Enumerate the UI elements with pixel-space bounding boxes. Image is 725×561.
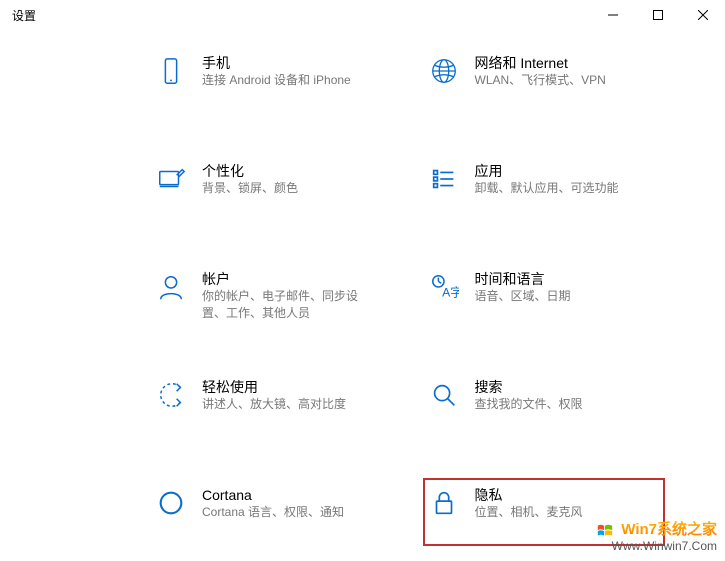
tile-title: Cortana <box>202 486 344 504</box>
ease-of-access-icon <box>154 378 188 412</box>
language-icon: A字 <box>427 270 461 304</box>
tile-network[interactable]: 网络和 Internet WLAN、飞行模式、VPN <box>423 46 666 114</box>
lock-icon <box>427 486 461 520</box>
phone-icon <box>154 54 188 88</box>
tile-subtitle: 位置、相机、麦克风 <box>475 504 583 521</box>
tile-subtitle: 卸载、默认应用、可选功能 <box>475 180 619 197</box>
maximize-button[interactable] <box>635 0 680 30</box>
tile-title: 时间和语言 <box>475 270 571 288</box>
tile-subtitle: WLAN、飞行模式、VPN <box>475 72 606 89</box>
tile-accounts[interactable]: 帐户 你的帐户、电子邮件、同步设置、工作、其他人员 <box>150 262 393 330</box>
svg-text:A字: A字 <box>442 284 459 299</box>
minimize-button[interactable] <box>590 0 635 30</box>
search-icon <box>427 378 461 412</box>
tile-subtitle: Cortana 语言、权限、通知 <box>202 504 344 521</box>
tile-subtitle: 背景、锁屏、颜色 <box>202 180 298 197</box>
tile-subtitle: 连接 Android 设备和 iPhone <box>202 72 351 89</box>
watermark-line2: Www.Winwin7.Com <box>596 539 717 555</box>
windows-flag-icon <box>596 523 614 539</box>
tile-subtitle: 你的帐户、电子邮件、同步设置、工作、其他人员 <box>202 288 362 322</box>
tile-subtitle: 语音、区域、日期 <box>475 288 571 305</box>
tile-search[interactable]: 搜索 查找我的文件、权限 <box>423 370 666 438</box>
tile-cortana[interactable]: Cortana Cortana 语言、权限、通知 <box>150 478 393 546</box>
tile-title: 搜索 <box>475 378 583 396</box>
tile-title: 个性化 <box>202 162 298 180</box>
tile-title: 隐私 <box>475 486 583 504</box>
tile-apps[interactable]: 应用 卸载、默认应用、可选功能 <box>423 154 666 222</box>
tile-title: 手机 <box>202 54 351 72</box>
tile-title: 轻松使用 <box>202 378 346 396</box>
window-controls <box>590 0 725 30</box>
tile-ease-of-access[interactable]: 轻松使用 讲述人、放大镜、高对比度 <box>150 370 393 438</box>
tile-subtitle: 查找我的文件、权限 <box>475 396 583 413</box>
tile-personalization[interactable]: 个性化 背景、锁屏、颜色 <box>150 154 393 222</box>
close-button[interactable] <box>680 0 725 30</box>
tile-subtitle: 讲述人、放大镜、高对比度 <box>202 396 346 413</box>
person-icon <box>154 270 188 304</box>
paintbrush-icon <box>154 162 188 196</box>
tile-title: 帐户 <box>202 270 362 288</box>
tile-title: 网络和 Internet <box>475 54 606 72</box>
watermark-line1: Win7系统之家 <box>621 521 717 538</box>
tile-title: 应用 <box>475 162 619 180</box>
tile-phone[interactable]: 手机 连接 Android 设备和 iPhone <box>150 46 393 114</box>
watermark: Win7系统之家 Www.Winwin7.Com <box>596 520 717 555</box>
settings-grid: 手机 连接 Android 设备和 iPhone 网络和 Internet WL… <box>0 30 725 561</box>
window-title: 设置 <box>12 7 590 24</box>
globe-icon <box>427 54 461 88</box>
tile-time-language[interactable]: A字 时间和语言 语音、区域、日期 <box>423 262 666 330</box>
apps-list-icon <box>427 162 461 196</box>
cortana-icon <box>154 486 188 520</box>
title-bar: 设置 <box>0 0 725 30</box>
